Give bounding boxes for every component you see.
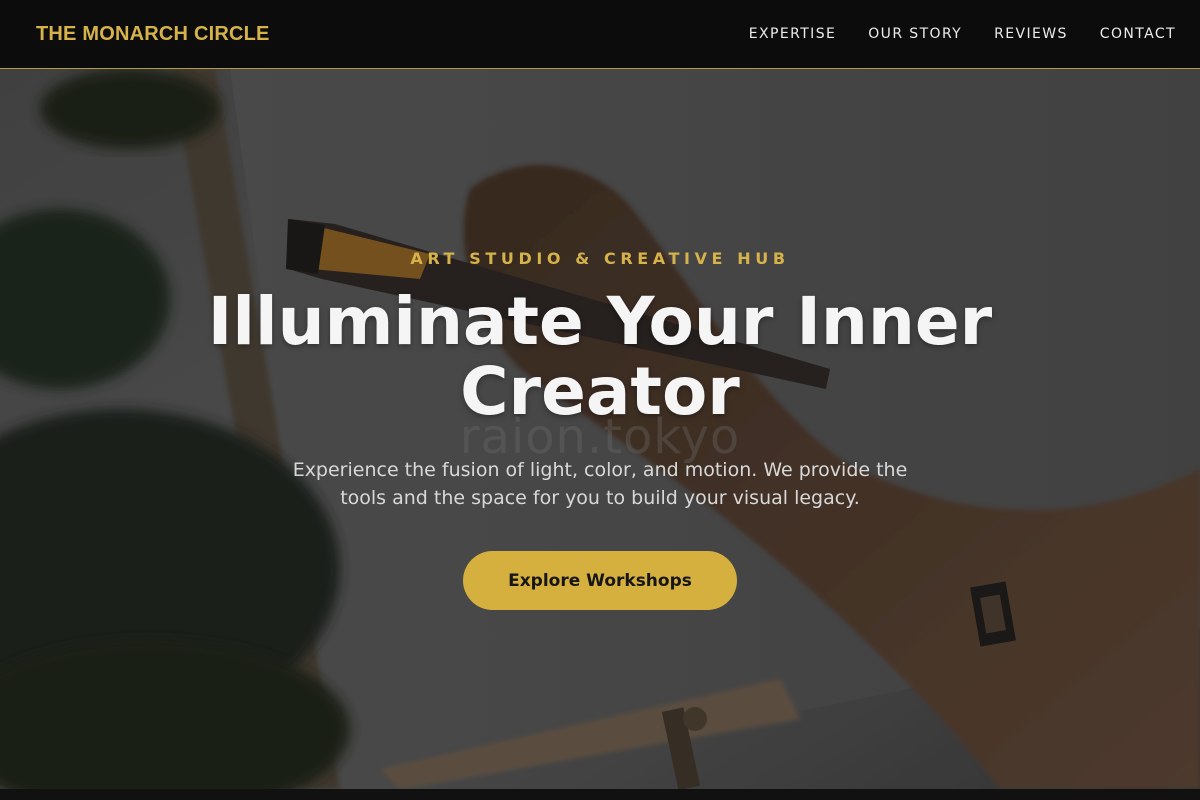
bottom-edge-bar [0,789,1200,800]
nav-links: EXPERTISE OUR STORY REVIEWS CONTACT [717,26,1176,42]
brand-logo[interactable]: THE MONARCH CIRCLE [36,23,270,46]
top-navbar: THE MONARCH CIRCLE EXPERTISE OUR STORY R… [0,0,1200,69]
nav-link-our-story[interactable]: OUR STORY [868,26,962,42]
hero-section: ART STUDIO & CREATIVE HUB Illuminate You… [0,69,1200,789]
explore-workshops-button[interactable]: Explore Workshops [463,551,737,610]
hero-content: ART STUDIO & CREATIVE HUB Illuminate You… [0,69,1200,789]
hero-subtitle: Experience the fusion of light, color, a… [292,459,908,509]
nav-link-contact[interactable]: CONTACT [1100,26,1176,42]
hero-title: Illuminate Your Inner Creator [207,283,993,430]
nav-link-expertise[interactable]: EXPERTISE [749,26,836,42]
hero-eyebrow: ART STUDIO & CREATIVE HUB [410,249,790,268]
nav-link-reviews[interactable]: REVIEWS [994,26,1068,42]
